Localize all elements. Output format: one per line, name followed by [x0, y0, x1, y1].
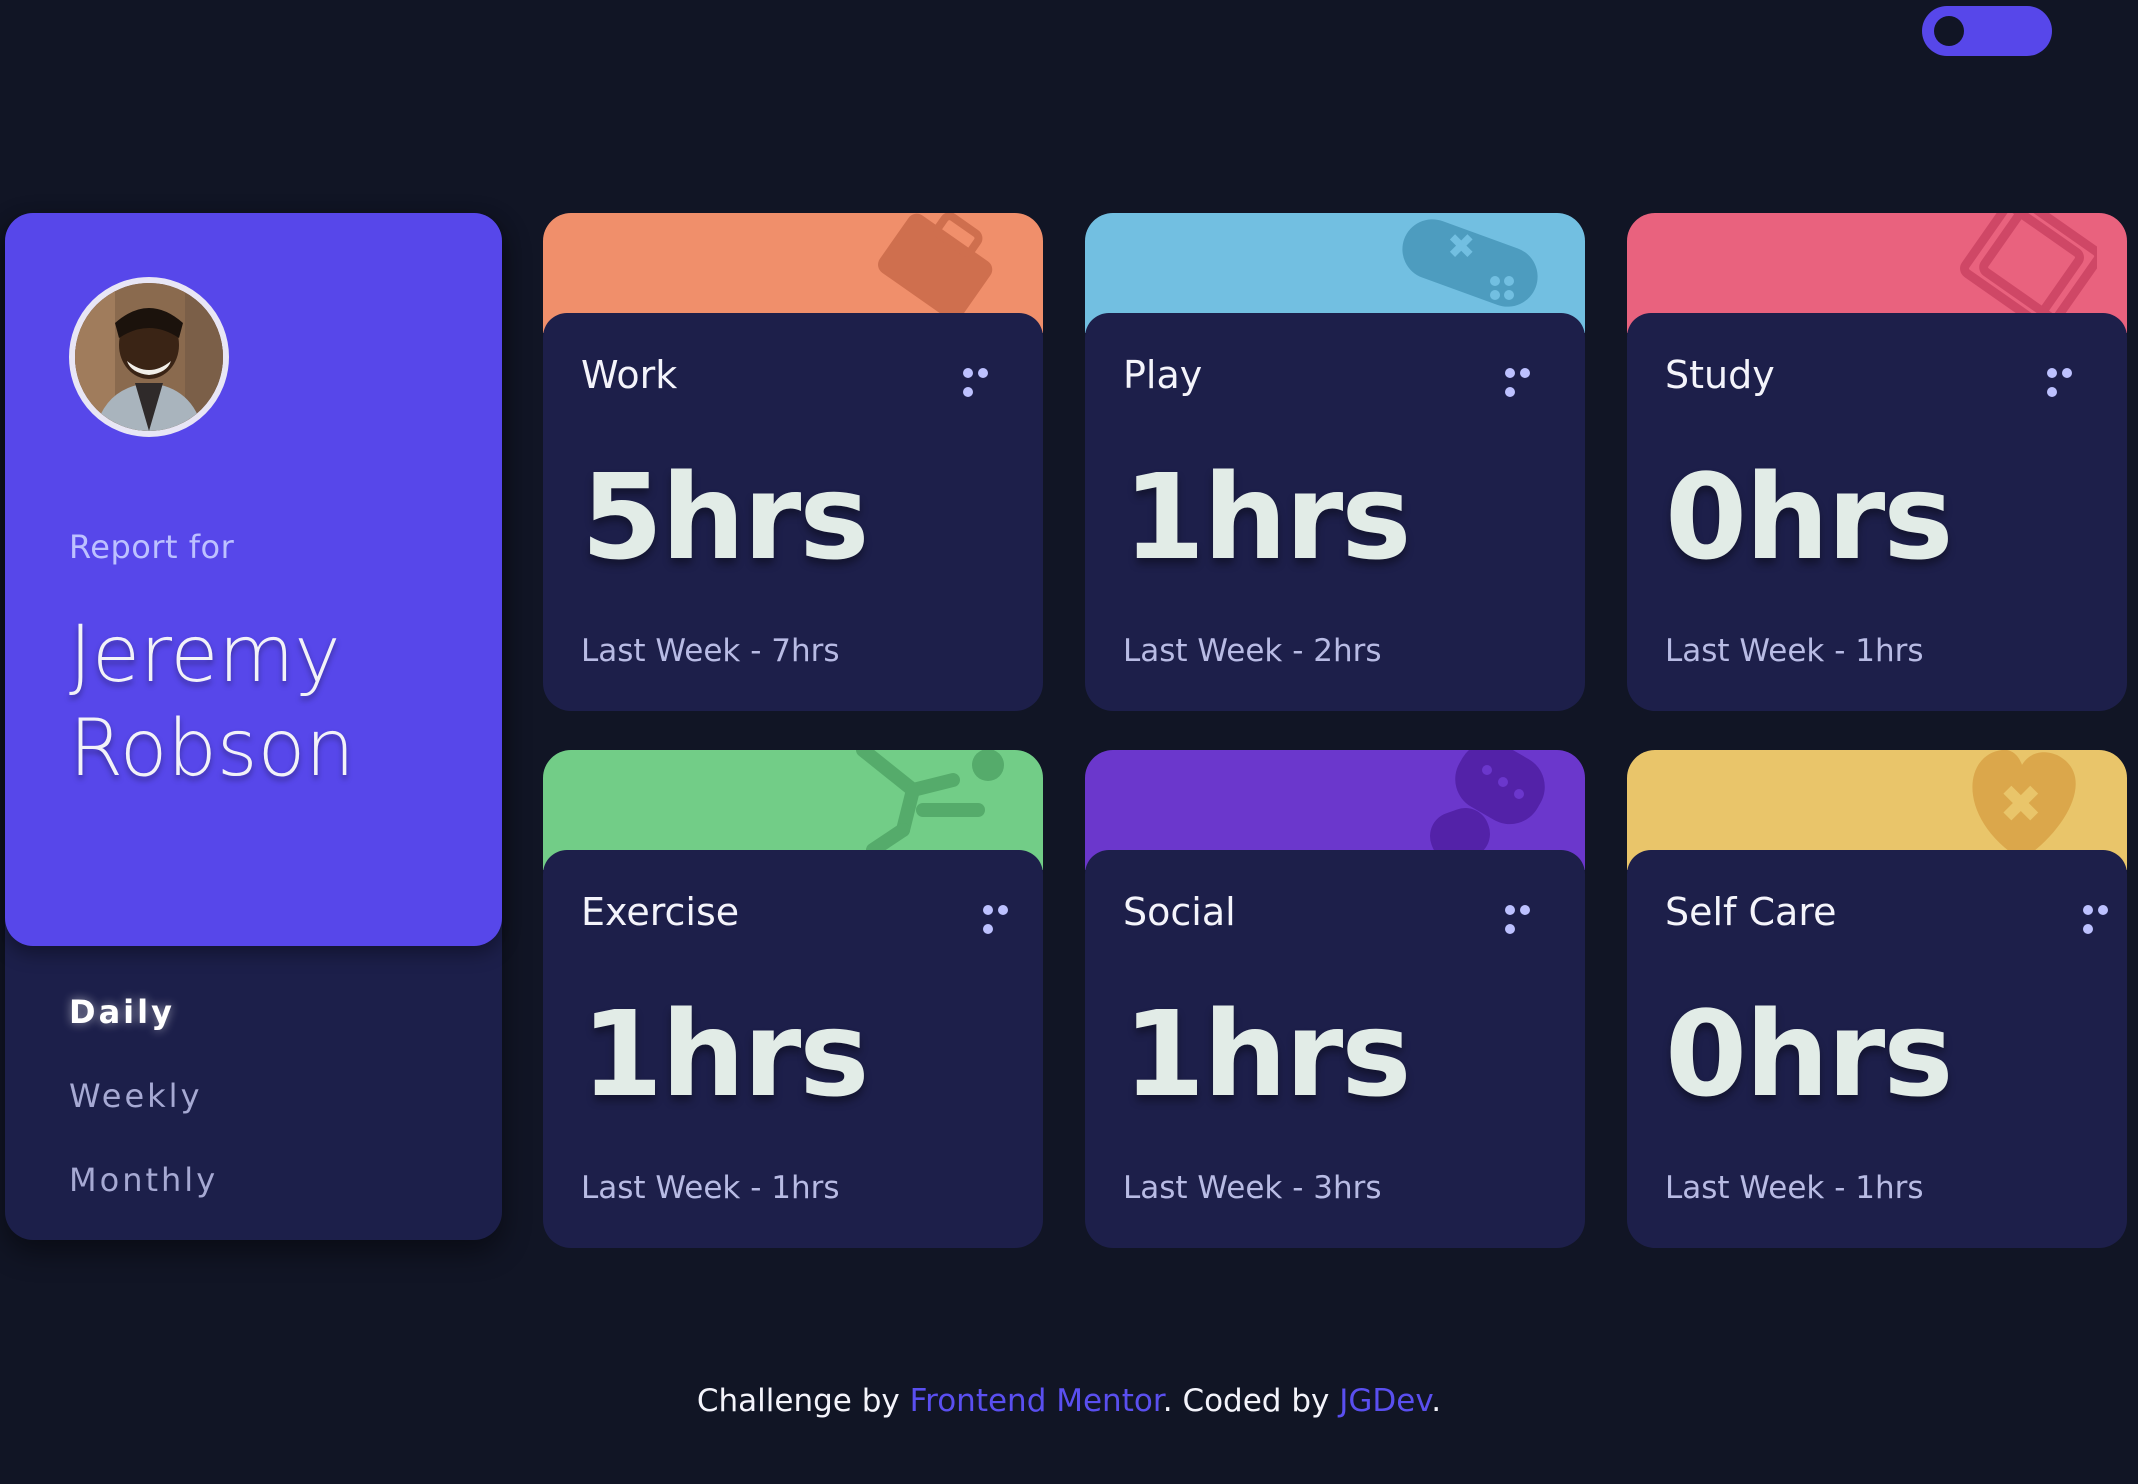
- frontend-mentor-link[interactable]: Frontend Mentor: [910, 1383, 1163, 1419]
- ellipsis-icon[interactable]: [2047, 363, 2091, 397]
- jgdev-link[interactable]: JGDev: [1339, 1383, 1431, 1419]
- card-social[interactable]: Social 1hrs Last Week - 3hrs: [1085, 750, 1585, 1248]
- card-title: Self Care: [1665, 890, 1837, 934]
- report-for-label: Report for: [69, 528, 235, 566]
- previous-hours: Last Week - 1hrs: [1665, 633, 1924, 669]
- footer-middle: . Coded by: [1162, 1383, 1340, 1419]
- previous-hours: Last Week - 2hrs: [1123, 633, 1382, 669]
- avatar: [69, 277, 229, 437]
- previous-hours: Last Week - 7hrs: [581, 633, 840, 669]
- card-title: Work: [581, 353, 678, 397]
- gamepad-icon: ✖: [1402, 219, 1538, 307]
- profile-card: Report for Jeremy Robson Daily Weekly Mo…: [5, 213, 502, 1240]
- current-hours: 0hrs: [1665, 985, 1954, 1123]
- ellipsis-icon[interactable]: [2083, 900, 2127, 934]
- first-name: Jeremy: [69, 610, 341, 700]
- current-hours: 1hrs: [581, 985, 870, 1123]
- card-body-exercise: Exercise 1hrs Last Week - 1hrs: [543, 850, 1043, 1248]
- current-hours: 1hrs: [1123, 985, 1412, 1123]
- period-selector: Daily Weekly Monthly: [69, 993, 218, 1245]
- period-daily[interactable]: Daily: [69, 993, 218, 1031]
- svg-text:✖: ✖: [1999, 775, 2043, 835]
- card-self-care[interactable]: ✖ Self Care 0hrs Last Week - 1hrs: [1627, 750, 2127, 1248]
- card-body-study: Study 0hrs Last Week - 1hrs: [1627, 313, 2127, 711]
- period-monthly[interactable]: Monthly: [69, 1161, 218, 1199]
- profile-header: Report for Jeremy Robson: [5, 213, 502, 946]
- card-body-play: Play 1hrs Last Week - 2hrs: [1085, 313, 1585, 711]
- card-title: Exercise: [581, 890, 740, 934]
- card-title: Study: [1665, 353, 1775, 397]
- attribution-footer: Challenge by Frontend Mentor. Coded by J…: [0, 1383, 2138, 1419]
- card-body-work: Work 5hrs Last Week - 7hrs: [543, 313, 1043, 711]
- card-body-self-care: Self Care 0hrs Last Week - 1hrs: [1627, 850, 2127, 1248]
- card-title: Social: [1123, 890, 1236, 934]
- current-hours: 5hrs: [581, 448, 870, 586]
- toggle-knob: [1934, 16, 1964, 46]
- theme-toggle[interactable]: [1922, 6, 2052, 56]
- card-work[interactable]: Work 5hrs Last Week - 7hrs: [543, 213, 1043, 711]
- ellipsis-icon[interactable]: [983, 900, 1027, 934]
- svg-text:✖: ✖: [1447, 227, 1476, 267]
- ellipsis-icon[interactable]: [1505, 900, 1549, 934]
- footer-prefix: Challenge by: [696, 1383, 910, 1419]
- card-body-social: Social 1hrs Last Week - 3hrs: [1085, 850, 1585, 1248]
- heart-icon: ✖: [1972, 750, 2076, 860]
- card-play[interactable]: ✖ Play 1hrs Last Week - 2hrs: [1085, 213, 1585, 711]
- chat-bubble-icon: [1430, 750, 1545, 860]
- user-name: Jeremy Robson: [69, 608, 489, 796]
- footer-suffix: .: [1431, 1383, 1442, 1419]
- time-tracking-dashboard: Report for Jeremy Robson Daily Weekly Mo…: [0, 0, 2138, 1484]
- book-icon: [1960, 213, 2097, 323]
- card-exercise[interactable]: Exercise 1hrs Last Week - 1hrs: [543, 750, 1043, 1248]
- runner-icon: [856, 750, 1004, 857]
- previous-hours: Last Week - 1hrs: [1665, 1170, 1924, 1206]
- last-name: Robson: [69, 704, 355, 794]
- briefcase-icon: [878, 213, 993, 321]
- card-study[interactable]: Study 0hrs Last Week - 1hrs: [1627, 213, 2127, 711]
- card-title: Play: [1123, 353, 1203, 397]
- current-hours: 1hrs: [1123, 448, 1412, 586]
- current-hours: 0hrs: [1665, 448, 1954, 586]
- period-weekly[interactable]: Weekly: [69, 1077, 218, 1115]
- user-avatar-icon: [75, 283, 223, 431]
- ellipsis-icon[interactable]: [1505, 363, 1549, 397]
- previous-hours: Last Week - 3hrs: [1123, 1170, 1382, 1206]
- ellipsis-icon[interactable]: [963, 363, 1007, 397]
- previous-hours: Last Week - 1hrs: [581, 1170, 840, 1206]
